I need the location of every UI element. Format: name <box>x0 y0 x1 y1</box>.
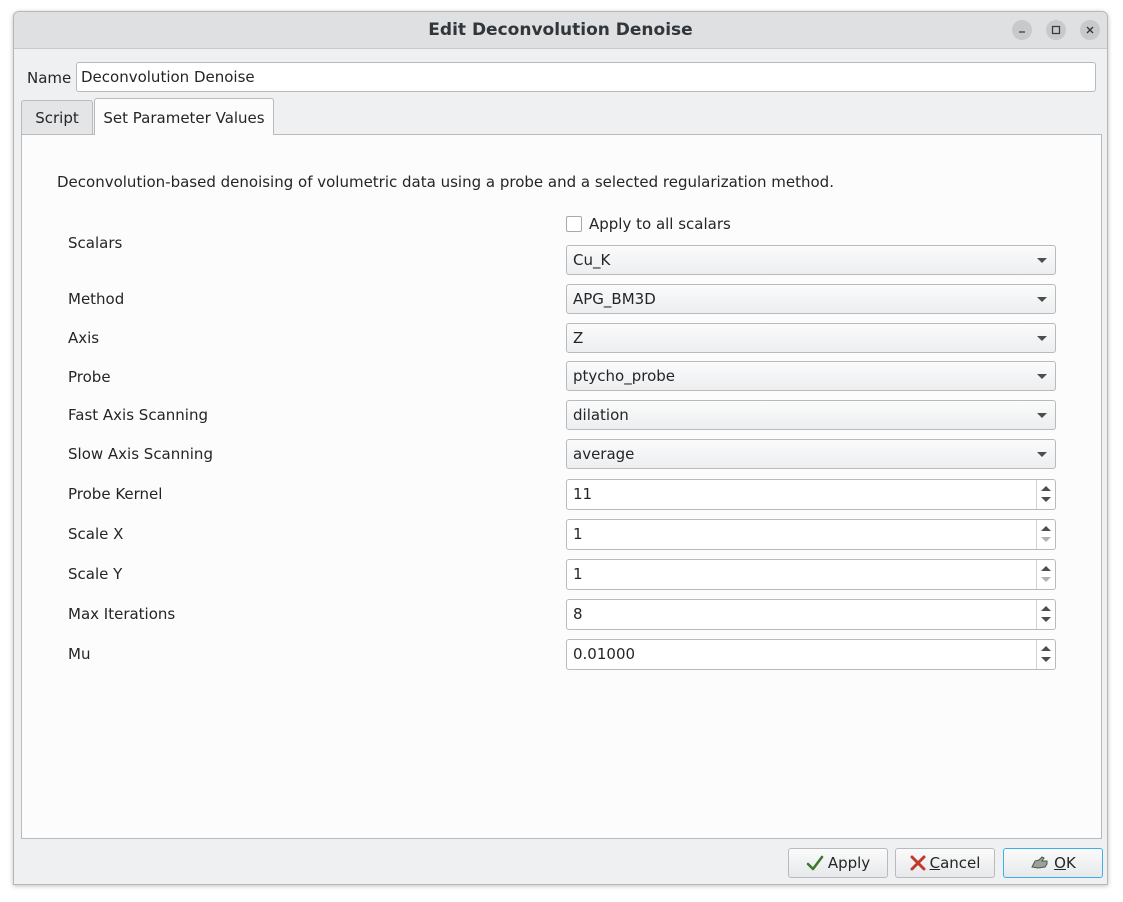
title-bar[interactable]: Edit Deconvolution Denoise <box>14 12 1107 49</box>
scale-y-value: 1 <box>573 565 583 583</box>
mu-value: 0.01000 <box>573 645 636 663</box>
spin-up-icon[interactable] <box>1041 646 1051 651</box>
fast-axis-scanning-label: Fast Axis Scanning <box>68 406 208 424</box>
max-iterations-label: Max Iterations <box>68 605 176 623</box>
apply-all-scalars-checkbox[interactable]: Apply to all scalars <box>566 215 731 233</box>
max-iterations-value: 8 <box>573 605 583 623</box>
probe-kernel-label: Probe Kernel <box>68 485 163 503</box>
method-select[interactable]: APG_BM3D <box>566 284 1056 314</box>
cancel-button[interactable]: Cancel <box>895 848 995 878</box>
checkmark-icon <box>806 855 824 871</box>
cancel-label: Cancel <box>929 854 981 872</box>
spin-down-icon <box>1041 577 1051 582</box>
checkbox-label: Apply to all scalars <box>589 215 731 233</box>
chevron-down-icon <box>1037 452 1047 457</box>
scale-x-label: Scale X <box>68 525 124 543</box>
spin-down-icon[interactable] <box>1041 617 1051 622</box>
fast-axis-scanning-select[interactable]: dilation <box>566 400 1056 430</box>
checkbox-box[interactable] <box>566 216 582 232</box>
mu-spinbox[interactable]: 0.01000 <box>566 639 1056 670</box>
chevron-down-icon <box>1037 374 1047 379</box>
name-label: Name <box>27 69 72 87</box>
probe-value: ptycho_probe <box>573 367 675 385</box>
axis-select[interactable]: Z <box>566 323 1056 353</box>
spin-up-icon[interactable] <box>1041 486 1051 491</box>
chevron-down-icon <box>1037 413 1047 418</box>
x-icon <box>910 855 926 871</box>
spin-down-icon <box>1041 537 1051 542</box>
chevron-down-icon <box>1037 258 1047 263</box>
mu-label: Mu <box>68 645 91 663</box>
method-value: APG_BM3D <box>573 290 656 308</box>
close-icon[interactable] <box>1080 20 1100 40</box>
chevron-down-icon <box>1037 297 1047 302</box>
probe-kernel-spinbox[interactable]: 11 <box>566 479 1056 510</box>
probe-select[interactable]: ptycho_probe <box>566 361 1056 391</box>
parameter-panel: Deconvolution-based denoising of volumet… <box>21 134 1102 839</box>
scale-x-value: 1 <box>573 525 583 543</box>
maximize-icon[interactable] <box>1046 20 1066 40</box>
scale-x-spinbox[interactable]: 1 <box>566 519 1056 550</box>
spin-up-icon[interactable] <box>1041 566 1051 571</box>
scale-y-spinbox[interactable]: 1 <box>566 559 1056 590</box>
ok-button[interactable]: OK <box>1003 848 1103 878</box>
description-text: Deconvolution-based denoising of volumet… <box>57 173 834 191</box>
apply-label: Apply <box>827 854 871 872</box>
slow-axis-scanning-select[interactable]: average <box>566 439 1056 469</box>
dialog-window: Edit Deconvolution Denoise Name Script S… <box>13 11 1108 885</box>
scale-y-label: Scale Y <box>68 565 123 583</box>
axis-label: Axis <box>68 329 100 347</box>
slow-axis-scanning-value: average <box>573 445 635 463</box>
spin-down-icon[interactable] <box>1041 497 1051 502</box>
ok-label: OK <box>1054 854 1076 872</box>
fast-axis-scanning-value: dilation <box>573 406 629 424</box>
probe-kernel-value: 11 <box>573 485 593 503</box>
scalars-value: Cu_K <box>573 251 611 269</box>
scalars-label: Scalars <box>68 234 123 252</box>
apply-button[interactable]: Apply <box>788 848 888 878</box>
tab-script[interactable]: Script <box>21 100 93 134</box>
spin-up-icon[interactable] <box>1041 606 1051 611</box>
max-iterations-spinbox[interactable]: 8 <box>566 599 1056 630</box>
scalars-select[interactable]: Cu_K <box>566 245 1056 275</box>
spin-up-icon[interactable] <box>1041 526 1051 531</box>
window-title: Edit Deconvolution Denoise <box>428 20 693 40</box>
name-input[interactable] <box>76 62 1096 92</box>
chevron-down-icon <box>1037 336 1047 341</box>
tab-set-parameter-values[interactable]: Set Parameter Values <box>94 98 274 135</box>
minimize-icon[interactable] <box>1012 20 1032 40</box>
ok-hand-icon <box>1031 856 1048 869</box>
method-label: Method <box>68 290 125 308</box>
probe-label: Probe <box>68 368 111 386</box>
axis-value: Z <box>573 329 584 347</box>
spin-down-icon[interactable] <box>1041 657 1051 662</box>
slow-axis-scanning-label: Slow Axis Scanning <box>68 445 213 463</box>
